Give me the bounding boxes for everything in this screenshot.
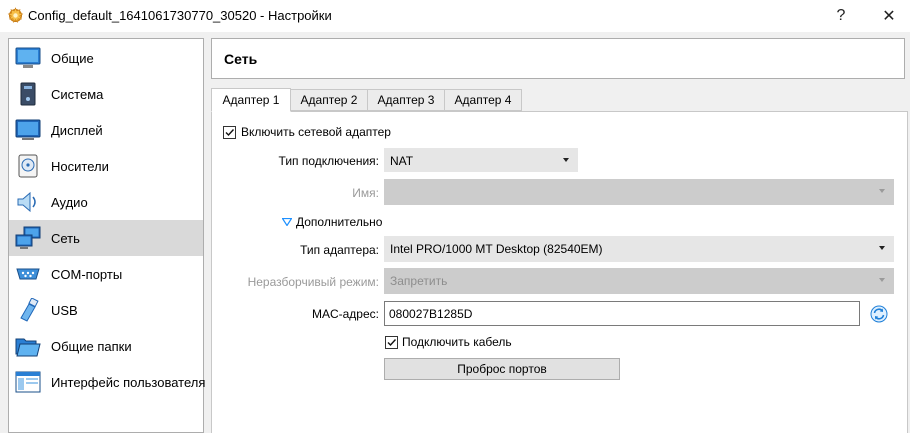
tab-adapter-2[interactable]: Адаптер 2	[290, 89, 368, 111]
mac-address-field[interactable]: 080027B1285D	[384, 301, 860, 326]
sidebar-item-label: Общие папки	[51, 339, 132, 354]
sidebar-item-serial-ports[interactable]: COM-порты	[9, 256, 203, 292]
sidebar-item-label: Аудио	[51, 195, 88, 210]
promiscuous-mode-select: Запретить	[384, 268, 894, 294]
help-button[interactable]: ?	[818, 0, 864, 32]
storage-icon	[18, 154, 38, 178]
name-label: Имя:	[352, 186, 379, 200]
cable-connected-checkbox[interactable]	[385, 336, 398, 349]
tab-adapter-3[interactable]: Адаптер 3	[367, 89, 445, 111]
advanced-toggle-label[interactable]: Дополнительно	[296, 215, 382, 229]
settings-sidebar: Общие Система Дисплей Носители Аудио Сет…	[8, 38, 206, 433]
attached-to-label: Тип подключения:	[278, 154, 379, 168]
title-bar: Config_default_1641061730770_30520 - Нас…	[0, 0, 910, 32]
mac-address-label: MAC-адрес:	[311, 307, 379, 321]
serial-ports-icon	[16, 268, 40, 280]
promiscuous-mode-value: Запретить	[390, 274, 448, 288]
enable-adapter-checkbox[interactable]	[223, 126, 236, 139]
window-title: Config_default_1641061730770_30520 - Нас…	[28, 8, 332, 23]
page-title: Сеть	[224, 51, 258, 67]
attached-to-value: NAT	[390, 154, 414, 168]
virtualbox-app-icon	[7, 7, 24, 23]
checkmark-icon	[387, 339, 397, 347]
tab-adapter-4[interactable]: Адаптер 4	[444, 89, 522, 111]
name-select	[384, 179, 894, 205]
sidebar-item-label: COM-порты	[51, 267, 123, 282]
sidebar-item-storage[interactable]: Носители	[9, 148, 203, 184]
sidebar-item-label: Дисплей	[51, 123, 103, 138]
shared-folders-icon	[15, 338, 41, 357]
sidebar-item-general[interactable]: Общие	[9, 40, 203, 76]
sidebar-item-label: Носители	[51, 159, 109, 174]
sidebar-item-user-interface[interactable]: Интерфейс пользователя	[9, 364, 206, 400]
close-button[interactable]: ✕	[866, 0, 910, 32]
adapter-panel: Включить сетевой адаптер Тип подключения…	[211, 111, 908, 433]
sidebar-item-shared-folders[interactable]: Общие папки	[9, 328, 203, 364]
adapter-type-select[interactable]: Intel PRO/1000 MT Desktop (82540EM)	[384, 236, 894, 262]
port-forwarding-button[interactable]: Проброс портов	[384, 358, 620, 380]
sidebar-item-system[interactable]: Система	[9, 76, 203, 112]
expand-triangle-icon[interactable]	[282, 218, 292, 226]
checkmark-icon	[225, 129, 235, 137]
sidebar-item-label: Сеть	[51, 231, 80, 246]
cable-connected-label: Подключить кабель	[402, 335, 512, 349]
chevron-down-icon	[563, 158, 569, 162]
enable-adapter-label: Включить сетевой адаптер	[241, 125, 391, 139]
display-icon	[15, 119, 41, 140]
attached-to-select[interactable]: NAT	[384, 148, 578, 172]
sidebar-item-usb[interactable]: USB	[9, 292, 203, 328]
chevron-down-icon	[879, 246, 885, 250]
sidebar-item-label: Общие	[51, 51, 94, 66]
general-icon	[15, 47, 41, 68]
sidebar-item-label: Система	[51, 87, 104, 102]
sidebar-item-audio[interactable]: Аудио	[9, 184, 203, 220]
sidebar-item-network[interactable]: Сеть	[9, 220, 203, 256]
sidebar-item-label: USB	[51, 303, 78, 318]
chevron-down-icon	[879, 189, 885, 193]
chevron-down-icon	[879, 278, 885, 282]
tab-adapter-1[interactable]: Адаптер 1	[211, 88, 291, 112]
system-icon	[20, 82, 36, 106]
refresh-mac-icon[interactable]	[870, 305, 888, 323]
network-icon	[15, 226, 41, 249]
adapter-type-label: Тип адаптера:	[300, 243, 379, 257]
sidebar-item-label: Интерфейс пользователя	[51, 375, 206, 390]
promiscuous-mode-label: Неразборчивый режим:	[247, 275, 379, 289]
sidebar-item-display[interactable]: Дисплей	[9, 112, 203, 148]
page-header: Сеть	[211, 38, 905, 79]
adapter-type-value: Intel PRO/1000 MT Desktop (82540EM)	[390, 242, 603, 256]
mac-address-value: 080027B1285D	[389, 307, 473, 321]
usb-icon	[20, 298, 39, 322]
user-interface-icon	[15, 371, 41, 393]
audio-icon	[17, 191, 36, 213]
